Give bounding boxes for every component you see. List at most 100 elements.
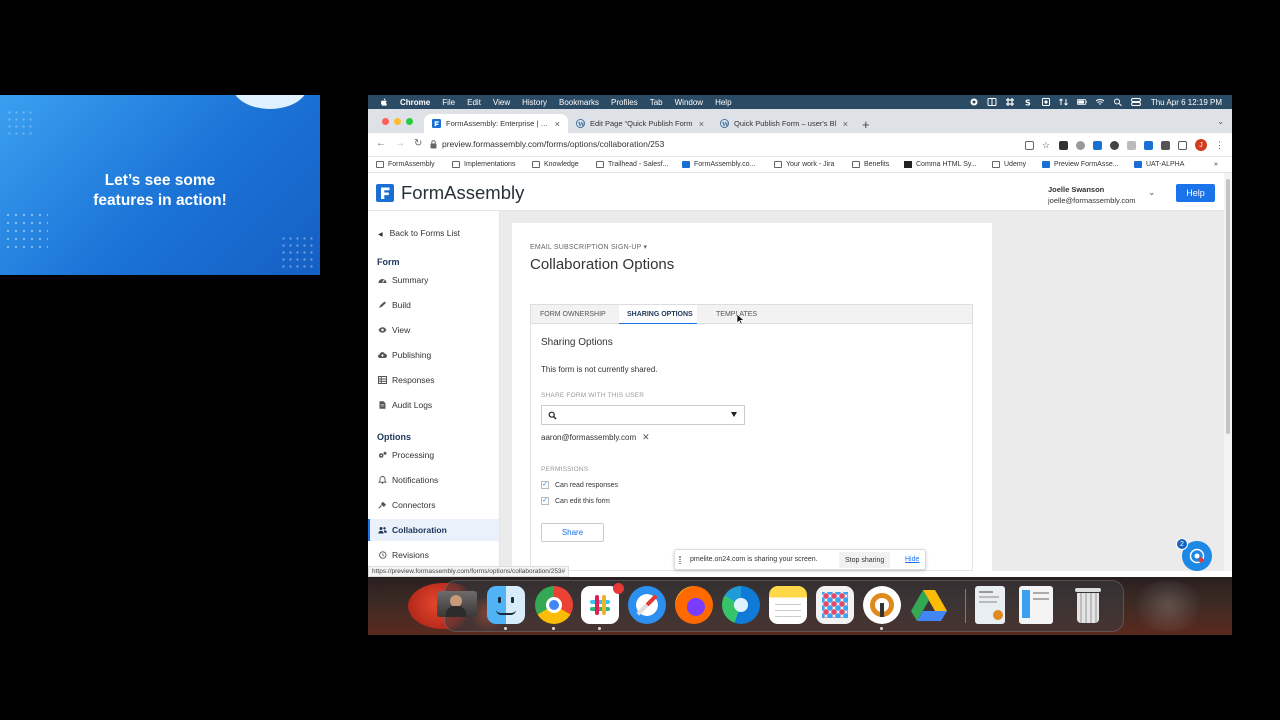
drag-handle[interactable] — [679, 556, 681, 564]
menu-history[interactable]: History — [522, 98, 547, 107]
window-minimize-button[interactable] — [394, 118, 401, 125]
brand-name[interactable]: FormAssembly — [401, 182, 524, 204]
sync-icon[interactable] — [1058, 98, 1069, 106]
close-tab-icon[interactable]: × — [699, 119, 704, 129]
apple-icon[interactable] — [380, 98, 388, 107]
sidebar-item-build[interactable]: Build — [368, 294, 499, 316]
back-to-forms-link[interactable]: ◀ Back to Forms List — [378, 228, 460, 238]
bookmark-uat-alpha[interactable]: UAT-ALPHA — [1134, 161, 1184, 168]
permission-read-responses[interactable]: ✓ Can read responses — [541, 481, 618, 489]
grid-icon[interactable] — [987, 98, 997, 106]
menu-app-name[interactable]: Chrome — [400, 98, 430, 107]
bookmark-implementations[interactable]: Implementations — [452, 161, 515, 168]
google-drive-icon[interactable] — [910, 586, 948, 624]
stop-sharing-button[interactable]: Stop sharing — [839, 552, 891, 568]
sidepanel-icon[interactable] — [1178, 140, 1187, 150]
extension-icon[interactable] — [1127, 140, 1136, 150]
square-icon[interactable] — [1041, 98, 1051, 106]
help-button[interactable]: Help — [1176, 184, 1215, 202]
extension-icon[interactable] — [1144, 140, 1153, 150]
menu-bookmarks[interactable]: Bookmarks — [559, 98, 599, 107]
bookmark-udemy[interactable]: Udemy — [992, 161, 1026, 168]
browser-tab-formassembly[interactable]: FormAssembly: Enterprise | For × — [424, 114, 568, 133]
form-name-dropdown[interactable]: EMAIL SUBSCRIPTION SIGN-UP ▾ — [530, 243, 647, 251]
extension-icon[interactable] — [1093, 140, 1102, 150]
finder-icon[interactable] — [487, 586, 525, 624]
bookmarks-overflow-icon[interactable]: » — [1214, 161, 1218, 168]
document-thumbnail-icon[interactable] — [1019, 586, 1053, 624]
puzzle-icon[interactable] — [1161, 140, 1170, 150]
user-menu[interactable]: Joelle Swanson joelle@formassembly.com — [1048, 184, 1136, 206]
extension-icon[interactable] — [1110, 140, 1119, 150]
window-close-button[interactable] — [382, 118, 389, 125]
reload-icon[interactable]: ↻ — [414, 138, 422, 149]
share-button[interactable]: Share — [541, 523, 604, 542]
firefox-icon[interactable] — [675, 586, 713, 624]
wifi-icon[interactable] — [1095, 98, 1105, 106]
browser-tab-quick-publish[interactable]: W Quick Publish Form – user's Bl × — [712, 114, 856, 133]
sidebar-item-processing[interactable]: Processing — [368, 444, 499, 466]
tab-search-chevron-icon[interactable]: ⌄ — [1217, 117, 1224, 126]
bookmark-preview-formassembly[interactable]: Preview FormAsse... — [1042, 161, 1119, 168]
battery-icon[interactable] — [1076, 98, 1087, 106]
menu-window[interactable]: Window — [675, 98, 703, 107]
bookmark-benefits[interactable]: Benefits — [852, 161, 889, 168]
menu-view[interactable]: View — [493, 98, 510, 107]
chevron-down-icon[interactable]: ⌄ — [1148, 187, 1156, 198]
notes-icon[interactable] — [769, 586, 807, 624]
window-zoom-button[interactable] — [406, 118, 413, 125]
sidebar-item-summary[interactable]: Summary — [368, 269, 499, 291]
edge-icon[interactable] — [722, 586, 760, 624]
profile-avatar[interactable]: J — [1195, 139, 1207, 151]
menubar-clock[interactable]: Thu Apr 6 12:19 PM — [1151, 98, 1222, 107]
sidebar-item-responses[interactable]: Responses — [368, 369, 499, 391]
sidebar-item-revisions[interactable]: Revisions — [368, 544, 499, 566]
forward-arrow-icon[interactable]: → — [395, 138, 405, 149]
hide-notification-link[interactable]: Hide — [905, 556, 919, 563]
control-center-icon[interactable] — [1130, 98, 1141, 106]
user-search-select[interactable] — [541, 405, 745, 425]
remove-user-icon[interactable]: ✕ — [642, 432, 650, 443]
sidebar-item-view[interactable]: View — [368, 319, 499, 341]
extension-icon[interactable] — [1076, 140, 1085, 150]
document-thumbnail-icon[interactable] — [975, 586, 1005, 624]
menu-profiles[interactable]: Profiles — [611, 98, 638, 107]
bookmark-formassembly-co[interactable]: FormAssembly.co... — [682, 161, 755, 168]
kebab-menu-icon[interactable]: ⋮ — [1215, 140, 1224, 151]
bookmark-jira[interactable]: Your work - Jira — [774, 161, 834, 168]
launchpad-icon[interactable] — [816, 586, 854, 624]
menu-help[interactable]: Help — [715, 98, 731, 107]
scrollbar-thumb[interactable] — [1226, 179, 1230, 434]
sidebar-item-notifications[interactable]: Notifications — [368, 469, 499, 491]
sidebar-item-collaboration[interactable]: Collaboration — [368, 519, 499, 541]
s-icon[interactable]: S — [1023, 98, 1033, 107]
back-arrow-icon[interactable]: ← — [376, 138, 386, 149]
chrome-icon[interactable] — [535, 586, 573, 624]
bookmark-formassembly[interactable]: FormAssembly — [376, 161, 435, 168]
share-icon[interactable] — [1025, 140, 1034, 150]
formassembly-logo-icon[interactable] — [376, 184, 394, 202]
support-chat-button[interactable]: 2 — [1176, 538, 1212, 571]
menu-edit[interactable]: Edit — [467, 98, 481, 107]
checkbox-checked[interactable]: ✓ — [541, 481, 549, 489]
permission-edit-form[interactable]: ✓ Can edit this form — [541, 497, 610, 505]
sidebar-item-publishing[interactable]: Publishing — [368, 344, 499, 366]
camera-icon[interactable] — [969, 98, 979, 106]
extension-icon[interactable] — [1059, 140, 1068, 150]
bookmark-trailhead[interactable]: Trailhead - Salesf... — [596, 161, 668, 168]
vpn-icon[interactable] — [863, 586, 901, 624]
page-scrollbar[interactable] — [1224, 173, 1232, 571]
menu-file[interactable]: File — [442, 98, 455, 107]
safari-icon[interactable] — [628, 586, 666, 624]
tab-sharing-options[interactable]: SHARING OPTIONS — [619, 305, 697, 324]
close-tab-icon[interactable]: × — [555, 119, 560, 129]
close-tab-icon[interactable]: × — [843, 119, 848, 129]
trash-icon[interactable] — [1069, 586, 1107, 624]
sidebar-item-audit-logs[interactable]: Audit Logs — [368, 394, 499, 416]
search-icon[interactable] — [1113, 98, 1123, 106]
sidebar-item-connectors[interactable]: Connectors — [368, 494, 499, 516]
address-bar[interactable]: preview.formassembly.com/forms/options/c… — [442, 139, 664, 149]
photo-booth-icon[interactable] — [437, 591, 477, 617]
bookmark-knowledge[interactable]: Knowledge — [532, 161, 579, 168]
new-tab-button[interactable]: + — [862, 117, 870, 132]
